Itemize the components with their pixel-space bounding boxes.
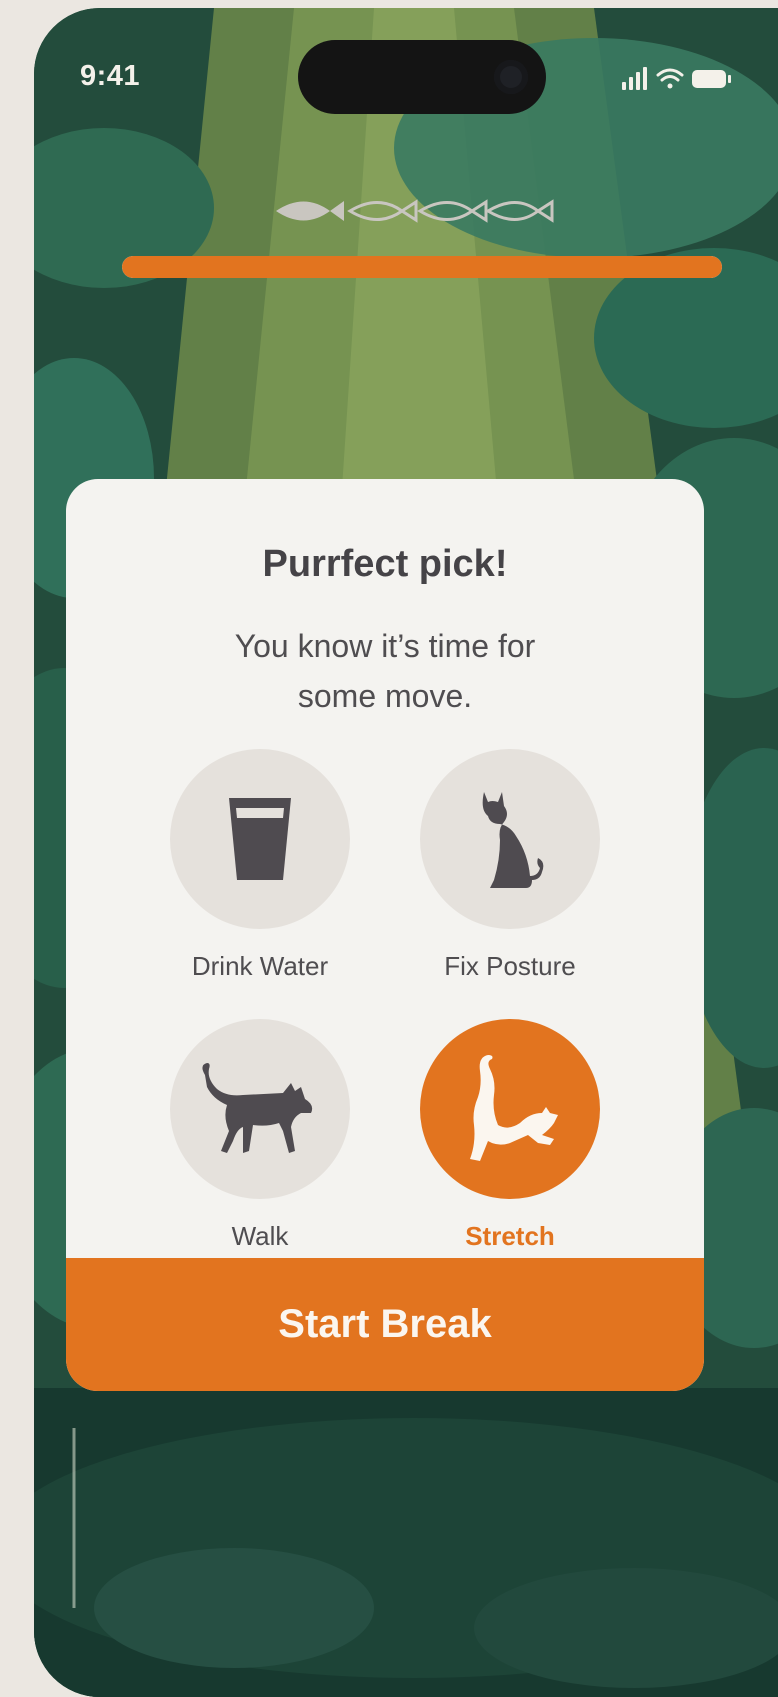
option-stretch[interactable]: Stretch bbox=[390, 1019, 630, 1252]
progress-bar-fill bbox=[122, 256, 722, 278]
option-walk-button[interactable] bbox=[170, 1019, 350, 1199]
fish-indicator bbox=[276, 199, 554, 223]
option-walk[interactable]: Walk bbox=[140, 1019, 380, 1252]
option-drink-water-label: Drink Water bbox=[191, 951, 329, 981]
option-drink-water[interactable]: Drink Water bbox=[140, 749, 380, 982]
option-walk-label: Walk bbox=[231, 1221, 289, 1251]
walking-cat-icon bbox=[202, 1063, 313, 1153]
fish-icon-empty-1 bbox=[347, 199, 418, 223]
battery-icon bbox=[692, 70, 731, 88]
fish-icon-empty-3 bbox=[485, 199, 554, 223]
option-fix-posture[interactable]: Fix Posture bbox=[390, 749, 630, 982]
fish-icon-filled bbox=[276, 201, 344, 221]
option-fix-posture-button[interactable] bbox=[420, 749, 600, 929]
activity-card: Purrfect pick! You know it’s time for so… bbox=[66, 479, 704, 1391]
option-stretch-button[interactable] bbox=[420, 1019, 600, 1199]
option-fix-posture-label: Fix Posture bbox=[444, 951, 576, 981]
progress-bar bbox=[122, 256, 722, 278]
wifi-icon bbox=[656, 68, 684, 89]
status-time: 9:41 bbox=[80, 60, 141, 92]
signal-icon bbox=[622, 67, 647, 90]
start-break-button[interactable]: Start Break bbox=[66, 1258, 704, 1391]
status-icons bbox=[622, 67, 731, 90]
glass-icon bbox=[229, 798, 291, 880]
option-drink-water-button[interactable] bbox=[170, 749, 350, 929]
option-stretch-label: Stretch bbox=[465, 1221, 555, 1251]
stretching-cat-icon bbox=[470, 1055, 558, 1161]
card-title: Purrfect pick! bbox=[262, 543, 508, 585]
sitting-cat-icon bbox=[482, 792, 544, 888]
fish-icon-empty-2 bbox=[417, 199, 488, 223]
camera-icon bbox=[494, 60, 528, 94]
card-subtitle: You know it’s time for some move. bbox=[234, 628, 536, 714]
dynamic-island bbox=[298, 40, 546, 114]
